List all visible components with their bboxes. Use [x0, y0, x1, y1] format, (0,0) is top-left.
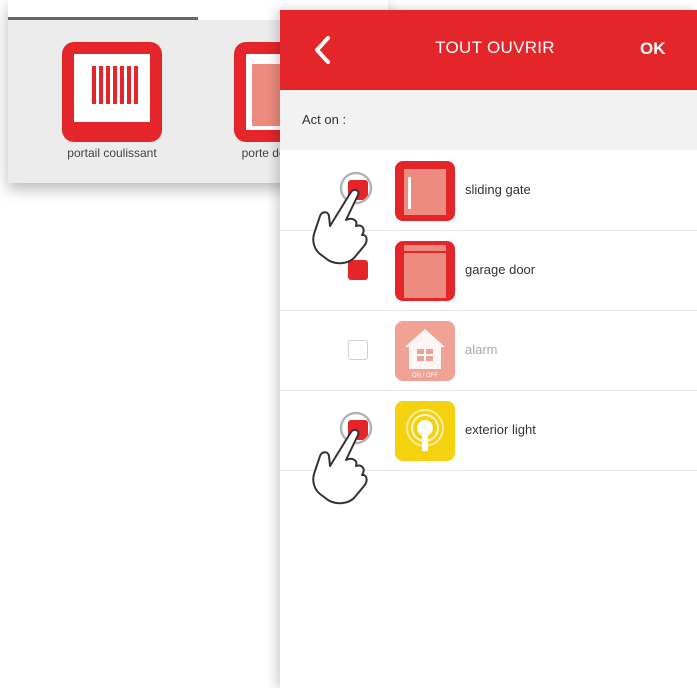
device-row-alarm[interactable]: ON / OFF alarm	[280, 311, 697, 391]
light-bulb-icon	[395, 401, 455, 461]
ok-button[interactable]: OK	[640, 39, 666, 59]
checkbox-garage-door[interactable]	[348, 260, 368, 280]
background-tab-underline	[8, 17, 198, 20]
device-label: alarm	[465, 342, 498, 357]
bulb-glyph	[406, 409, 444, 451]
device-row-garage-door[interactable]: garage door	[280, 231, 697, 311]
sliding-gate-icon	[395, 161, 455, 221]
garage-door-icon	[395, 241, 455, 301]
device-label: exterior light	[465, 422, 536, 437]
device-label: sliding gate	[465, 182, 531, 197]
checkbox-sliding-gate[interactable]	[348, 180, 368, 200]
tout-ouvrir-panel: TOUT OUVRIR OK Act on : sliding gate gar…	[280, 10, 697, 688]
device-row-sliding-gate[interactable]: sliding gate	[280, 151, 697, 231]
chevron-left-icon	[315, 36, 330, 64]
alarm-house-icon: ON / OFF	[395, 321, 455, 381]
bg-device-sliding-gate[interactable]: portail coulissant	[62, 42, 162, 160]
device-row-exterior-light[interactable]: exterior light	[280, 391, 697, 471]
back-button[interactable]	[308, 32, 338, 68]
house-glyph: ON / OFF	[405, 329, 445, 379]
checkbox-alarm[interactable]	[348, 340, 368, 360]
page-title: TOUT OUVRIR	[435, 38, 555, 57]
svg-text:ON / OFF: ON / OFF	[412, 373, 438, 379]
device-label: garage door	[465, 262, 536, 277]
checkbox-exterior-light[interactable]	[348, 420, 368, 440]
sliding-gate-icon	[62, 42, 162, 142]
act-on-section: Act on :	[280, 90, 697, 150]
act-on-label: Act on :	[302, 112, 347, 127]
panel-header: TOUT OUVRIR OK	[280, 10, 697, 90]
bg-device-label: portail coulissant	[67, 146, 157, 160]
